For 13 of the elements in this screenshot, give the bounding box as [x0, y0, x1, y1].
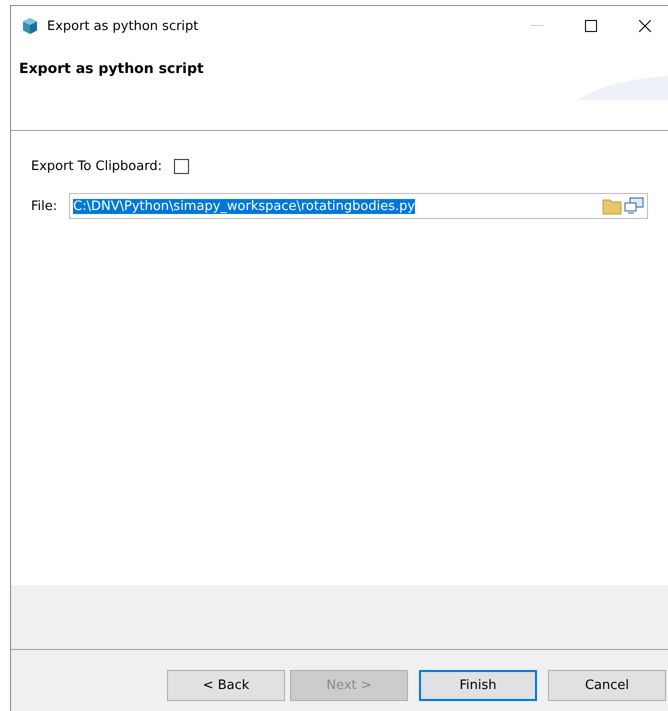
maximize-icon[interactable] [585, 20, 597, 32]
cube-icon [21, 17, 39, 35]
wizard-button[interactable]: < Back [167, 670, 285, 701]
clipboard-checkbox[interactable] [174, 159, 189, 174]
monitor-icon[interactable] [623, 196, 645, 216]
close-icon[interactable] [639, 20, 651, 32]
wizard-button[interactable]: Cancel [548, 670, 666, 701]
file-path-field[interactable]: C:\DNV\Python\simapy_workspace\rotatingbodies.py [69, 193, 648, 219]
wizard-button[interactable]: Finish [419, 670, 537, 701]
clipboard-label: Export To Clipboard: [31, 159, 162, 174]
window-title: Export as python script [47, 18, 200, 34]
file-label: File: [31, 198, 58, 214]
page-title: Export as python script [19, 61, 204, 77]
